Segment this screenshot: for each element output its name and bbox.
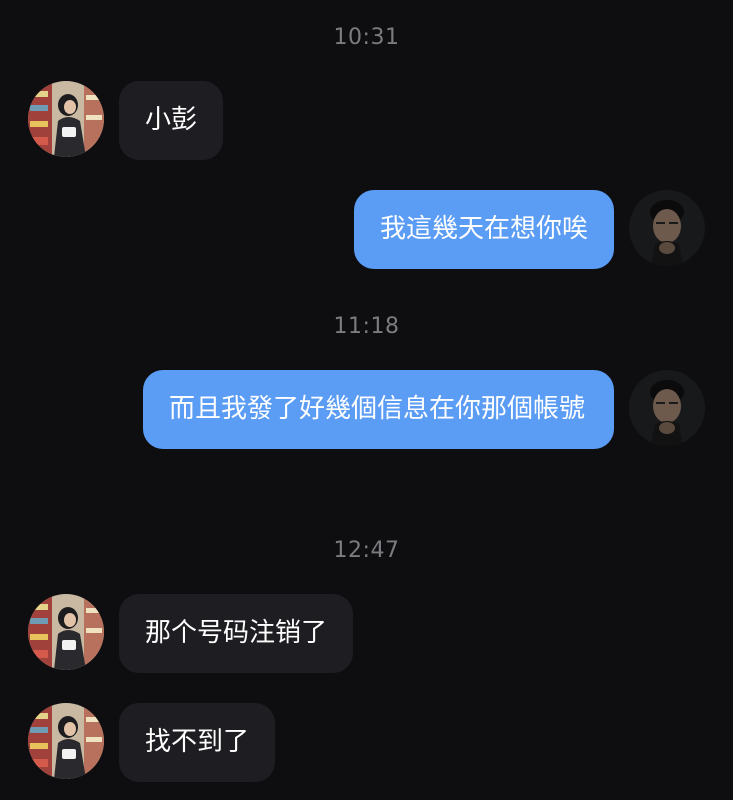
message-bubble-incoming[interactable]: 那个号码注销了: [119, 594, 354, 673]
timestamp: 11:18: [333, 314, 400, 339]
my-avatar[interactable]: [629, 370, 705, 446]
message-bubble-outgoing[interactable]: 我這幾天在想你唉: [353, 190, 614, 269]
chat-thread: 10:31 小彭 我這幾天在想你唉 11:18 而且我發了好幾個信息在你那個帳號…: [0, 0, 733, 800]
timestamp: 12:47: [333, 538, 400, 563]
contact-avatar[interactable]: [28, 594, 104, 670]
man-photo-avatar-icon: [629, 370, 705, 446]
girl-photo-avatar-icon: [28, 594, 104, 670]
girl-photo-avatar-icon: [28, 81, 104, 157]
girl-photo-avatar-icon: [28, 703, 104, 779]
message-bubble-incoming[interactable]: 小彭: [119, 81, 224, 160]
my-avatar[interactable]: [629, 190, 705, 266]
message-bubble-outgoing[interactable]: 而且我發了好幾個信息在你那個帳號: [143, 370, 614, 449]
timestamp: 10:31: [333, 25, 400, 50]
contact-avatar[interactable]: [28, 703, 104, 779]
man-photo-avatar-icon: [629, 190, 705, 266]
contact-avatar[interactable]: [28, 81, 104, 157]
message-bubble-incoming[interactable]: 找不到了: [119, 703, 276, 782]
